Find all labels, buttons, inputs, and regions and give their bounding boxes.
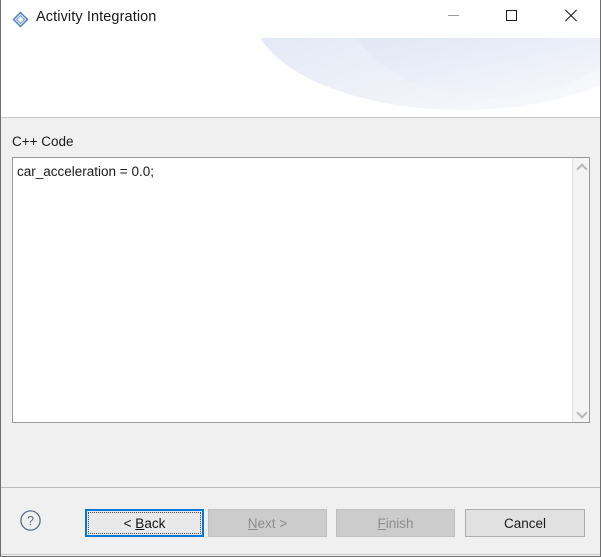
back-button[interactable]: < Back (85, 509, 204, 537)
scrollbar-down-button[interactable] (573, 404, 589, 422)
close-button[interactable] (547, 0, 593, 31)
cancel-button[interactable]: Cancel (465, 509, 585, 537)
code-vertical-scrollbar[interactable] (572, 158, 589, 422)
svg-text:?: ? (27, 514, 34, 528)
maximize-button[interactable] (488, 0, 534, 31)
cancel-button-label: Cancel (503, 515, 547, 531)
dialog-header (1, 38, 600, 118)
maximize-icon (505, 10, 517, 21)
chevron-down-icon (577, 409, 586, 418)
minimize-button[interactable] (430, 0, 476, 31)
dialog-window: Activity Integration C++ Code car_accele… (0, 0, 601, 557)
finish-button-label: Finish (377, 515, 414, 531)
finish-button[interactable]: Finish (336, 509, 455, 537)
code-field-label: C++ Code (12, 134, 74, 149)
code-input[interactable]: car_acceleration = 0.0; (17, 163, 569, 180)
minimize-icon (447, 15, 459, 16)
title-bar: Activity Integration (1, 0, 600, 38)
dialog-content: C++ Code car_acceleration = 0.0; (1, 118, 600, 487)
scrollbar-up-button[interactable] (573, 158, 589, 176)
back-button-label: < Back (123, 515, 166, 531)
next-button[interactable]: Next > (208, 509, 327, 537)
next-button-label: Next > (247, 515, 288, 531)
close-icon (564, 9, 577, 22)
window-title: Activity Integration (36, 9, 157, 25)
diamond-shape-icon (12, 11, 29, 28)
help-button[interactable]: ? (19, 509, 42, 532)
code-text-area[interactable]: car_acceleration = 0.0; (12, 157, 590, 423)
chevron-up-icon (577, 163, 586, 172)
